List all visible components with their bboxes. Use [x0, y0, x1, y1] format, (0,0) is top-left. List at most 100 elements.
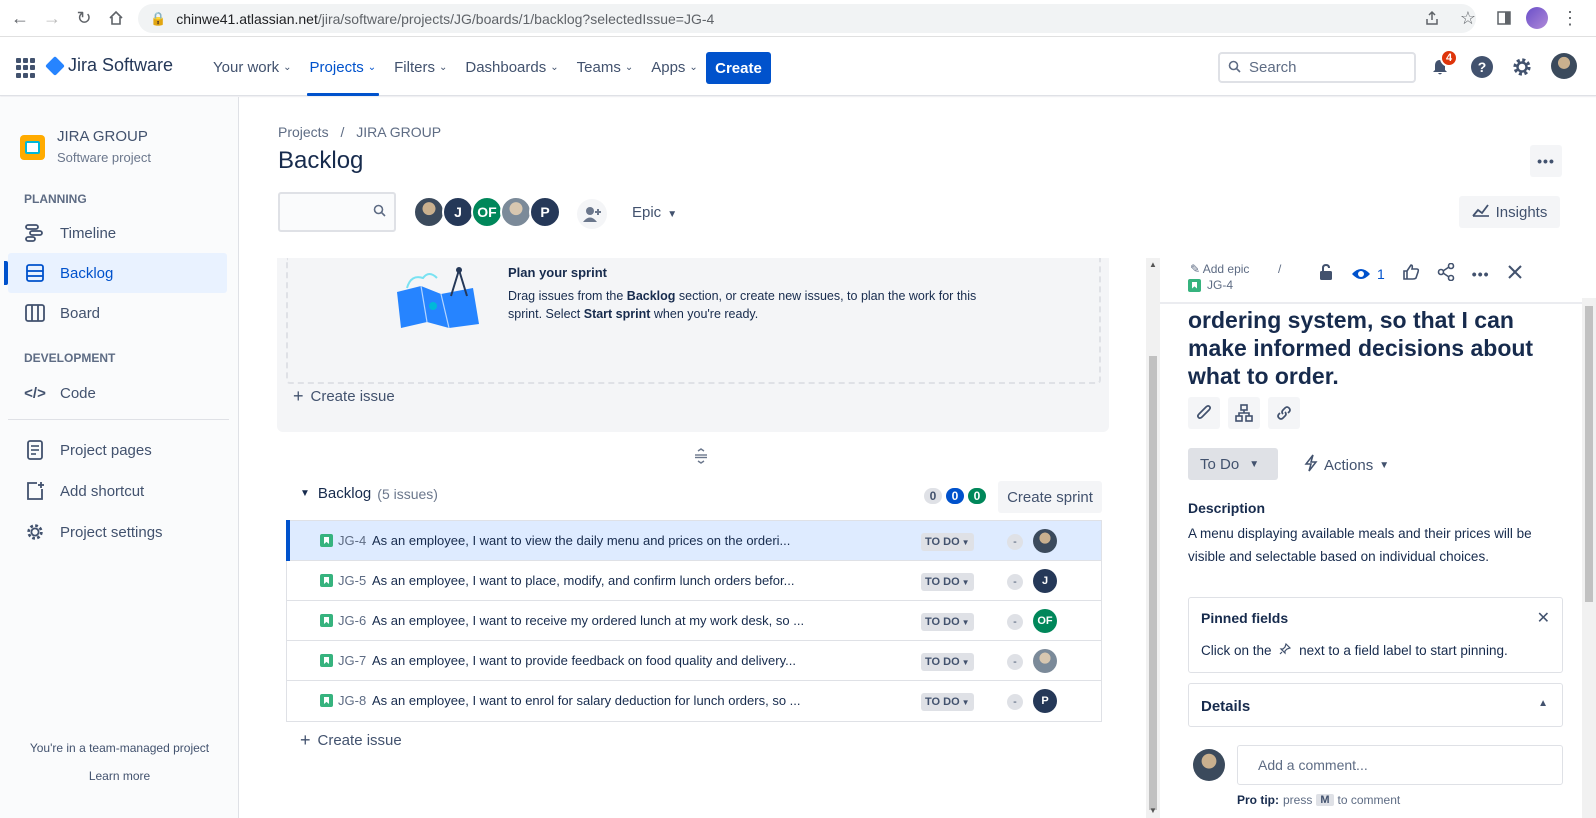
lock-icon[interactable] — [1318, 263, 1334, 284]
assignee-avatar[interactable]: P — [1033, 689, 1057, 713]
insights-button[interactable]: Insights — [1459, 196, 1560, 228]
sidebar-item-board[interactable]: Board — [8, 293, 227, 333]
nav-your-work[interactable]: Your work ⌄ — [206, 38, 299, 96]
breadcrumb-projects[interactable]: Projects — [278, 124, 329, 140]
backlog-create-issue-button[interactable]: + Create issue — [300, 730, 402, 751]
story-points-estimate[interactable]: - — [1007, 574, 1023, 590]
home-icon[interactable] — [102, 4, 130, 32]
more-icon[interactable]: ••• — [1472, 266, 1490, 282]
share-icon[interactable] — [1437, 262, 1455, 284]
resize-handle-icon[interactable] — [694, 448, 708, 467]
issue-key-link[interactable]: JG-4 — [1188, 278, 1233, 292]
scroll-up-arrow-icon[interactable]: ▲ — [1149, 260, 1157, 269]
detail-scrollbar[interactable] — [1582, 298, 1596, 818]
issue-status-dropdown[interactable]: TO DO ▼ — [921, 693, 974, 711]
epic-filter-dropdown[interactable]: Epic ▼ — [632, 204, 677, 221]
project-name[interactable]: JIRA GROUP — [57, 128, 148, 145]
more-actions-button[interactable]: ••• — [1530, 145, 1562, 177]
add-epic-link[interactable]: ✎ Add epic — [1190, 262, 1249, 276]
link-icon — [1277, 406, 1291, 420]
create-button[interactable]: Create — [706, 52, 771, 84]
table-row[interactable]: JG-6 As an employee, I want to receive my… — [287, 601, 1101, 641]
table-row[interactable]: JG-5 As an employee, I want to place, mod… — [287, 561, 1101, 601]
nav-teams[interactable]: Teams ⌄ — [570, 38, 641, 96]
watch-button[interactable]: 1 — [1351, 266, 1385, 282]
close-icon[interactable] — [1507, 264, 1523, 283]
nav-filters[interactable]: Filters ⌄ — [387, 38, 454, 96]
story-points-estimate[interactable]: - — [1007, 534, 1023, 550]
sprint-create-issue-button[interactable]: + Create issue — [293, 386, 395, 407]
app-switcher-icon[interactable] — [16, 58, 36, 78]
story-points-estimate[interactable]: - — [1007, 654, 1023, 670]
address-bar[interactable]: 🔒 chinwe41.atlassian.net/jira/software/p… — [138, 4, 1476, 33]
sidebar-item-add-shortcut[interactable]: Add shortcut — [8, 471, 227, 511]
sidebar-item-project-pages[interactable]: Project pages — [8, 430, 227, 470]
detail-scrollbar-thumb[interactable] — [1585, 306, 1593, 602]
table-row[interactable]: JG-4 As an employee, I want to view the d… — [286, 520, 1101, 561]
sidepanel-icon[interactable] — [1490, 4, 1518, 32]
status-dropdown[interactable]: To Do ▼ — [1188, 448, 1278, 480]
table-row[interactable]: JG-8 As an employee, I want to enrol for … — [287, 681, 1101, 721]
add-people-icon[interactable] — [577, 199, 607, 229]
breadcrumb-project[interactable]: JIRA GROUP — [356, 124, 441, 140]
backlog-scrollbar[interactable]: ▲ ▼ — [1146, 258, 1160, 818]
link-issue-button[interactable] — [1268, 397, 1300, 429]
issue-status-dropdown[interactable]: TO DO ▼ — [921, 613, 974, 631]
sidebar-item-backlog[interactable]: Backlog — [4, 253, 227, 293]
story-points-estimate[interactable]: - — [1007, 614, 1023, 630]
board-search-input[interactable] — [278, 192, 396, 232]
assignee-avatar[interactable]: J — [442, 196, 474, 228]
jira-logo[interactable]: Jira Software — [45, 55, 173, 76]
search-input[interactable]: Search — [1218, 52, 1416, 83]
nav-projects[interactable]: Projects ⌄ — [303, 38, 384, 96]
issue-status-dropdown[interactable]: TO DO ▼ — [921, 573, 974, 591]
issue-key[interactable]: JG-7 — [338, 653, 366, 668]
sidebar-item-timeline[interactable]: Timeline — [8, 213, 227, 253]
issue-key[interactable]: JG-5 — [338, 573, 366, 588]
backlog-scrollbar-thumb[interactable] — [1149, 356, 1157, 810]
actions-dropdown[interactable]: Actions ▼ — [1304, 454, 1389, 476]
issue-status-dropdown[interactable]: TO DO ▼ — [921, 533, 974, 551]
sidebar-item-project-settings[interactable]: Project settings — [8, 512, 227, 552]
assignee-avatar[interactable] — [1033, 649, 1057, 673]
like-icon[interactable] — [1402, 263, 1420, 284]
learn-more-link[interactable]: Learn more — [0, 769, 239, 783]
issue-status-dropdown[interactable]: TO DO ▼ — [921, 653, 974, 671]
table-row[interactable]: JG-7 As an employee, I want to provide fe… — [287, 641, 1101, 681]
description-text[interactable]: A menu displaying available meals and th… — [1188, 522, 1558, 568]
backlog-header[interactable]: ▼ Backlog (5 issues) — [300, 485, 438, 502]
assignee-avatar[interactable] — [500, 196, 532, 228]
settings-gear-icon[interactable] — [1510, 55, 1534, 79]
sprint-dropzone[interactable]: Plan your sprint Drag issues from the Ba… — [286, 258, 1101, 384]
share-icon[interactable] — [1418, 4, 1446, 32]
browser-profile-avatar[interactable] — [1526, 7, 1548, 29]
nav-dashboards[interactable]: Dashboards ⌄ — [458, 38, 565, 96]
issue-key[interactable]: JG-6 — [338, 613, 366, 628]
assignee-avatar[interactable] — [1033, 529, 1057, 553]
attach-button[interactable] — [1188, 397, 1220, 429]
story-points-estimate[interactable]: - — [1007, 694, 1023, 710]
comment-input[interactable]: Add a comment... — [1237, 745, 1563, 785]
assignee-avatar[interactable]: P — [529, 196, 561, 228]
child-issue-button[interactable] — [1228, 397, 1260, 429]
nav-apps[interactable]: Apps ⌄ — [644, 38, 705, 96]
details-section[interactable]: Details ▲ — [1188, 683, 1563, 727]
forward-icon[interactable]: → — [38, 4, 66, 32]
browser-menu-icon[interactable]: ⋮ — [1556, 4, 1584, 32]
back-icon[interactable]: ← — [6, 4, 34, 32]
issue-title[interactable]: ordering system, so that I can make info… — [1188, 306, 1568, 390]
bookmark-star-icon[interactable]: ☆ — [1454, 4, 1482, 32]
user-avatar[interactable] — [1550, 53, 1577, 79]
create-sprint-button[interactable]: Create sprint — [998, 481, 1102, 513]
issue-key[interactable]: JG-4 — [338, 533, 366, 548]
scroll-down-arrow-icon[interactable]: ▼ — [1149, 806, 1157, 815]
reload-icon[interactable]: ↻ — [70, 4, 98, 32]
assignee-avatar[interactable]: OF — [1033, 609, 1057, 633]
assignee-avatar[interactable]: OF — [471, 196, 503, 228]
assignee-avatar[interactable] — [413, 196, 445, 228]
help-icon[interactable]: ? — [1470, 55, 1494, 79]
issue-key[interactable]: JG-8 — [338, 693, 366, 708]
close-icon[interactable]: ✕ — [1537, 608, 1550, 628]
sidebar-item-code[interactable]: </> Code — [8, 373, 227, 413]
assignee-avatar[interactable]: J — [1033, 569, 1057, 593]
